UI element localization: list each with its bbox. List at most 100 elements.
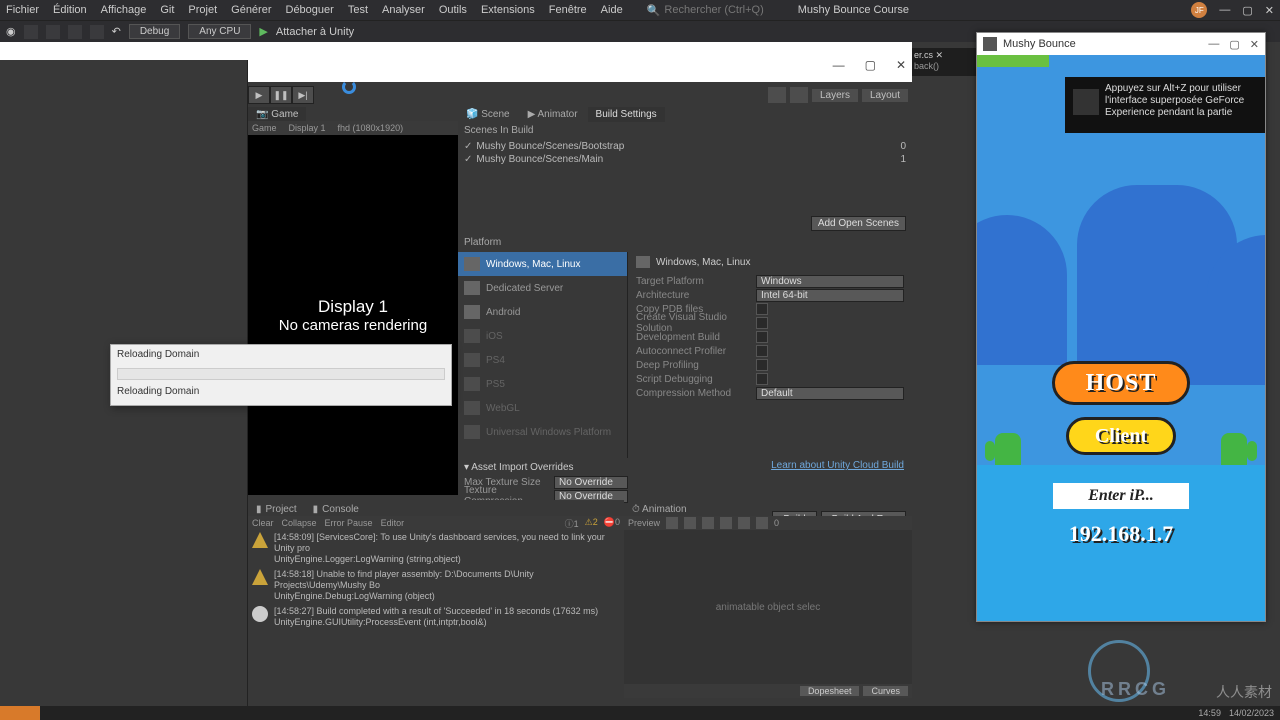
autoconnect-checkbox[interactable] — [756, 345, 768, 357]
menu-tools[interactable]: Outils — [439, 4, 467, 16]
first-frame-icon[interactable] — [684, 517, 696, 529]
menu-view[interactable]: Affichage — [101, 4, 147, 16]
window-close-icon[interactable]: ✕ — [1265, 4, 1274, 17]
menu-help[interactable]: Aide — [601, 4, 623, 16]
menu-project[interactable]: Projet — [188, 4, 217, 16]
menu-edit[interactable]: Édition — [53, 4, 87, 16]
create-vs-checkbox[interactable] — [756, 317, 768, 329]
menu-file[interactable]: Fichier — [6, 4, 39, 16]
last-frame-icon[interactable] — [756, 517, 768, 529]
doc-tab[interactable]: er.cs ✕ — [914, 50, 976, 61]
clear-button[interactable]: Clear — [252, 518, 274, 528]
collapse-button[interactable]: Collapse — [282, 518, 317, 528]
config-dropdown[interactable]: Debug — [129, 24, 180, 39]
build-settings-tab[interactable]: Build Settings — [588, 107, 665, 122]
info-count[interactable]: ⓘ1 — [565, 517, 579, 530]
animation-tab[interactable]: ⏱ Animation — [624, 502, 695, 517]
console-tab[interactable]: ▮ Console — [305, 502, 367, 517]
frame-field[interactable]: 0 — [774, 518, 779, 528]
cloud-icon[interactable] — [768, 87, 786, 103]
dopesheet-button[interactable]: Dopesheet — [800, 686, 860, 696]
platform-ps5[interactable]: PS5 — [458, 372, 627, 396]
editor-dropdown[interactable]: Editor — [381, 518, 405, 528]
cloud-build-link[interactable]: Learn about Unity Cloud Build — [771, 460, 904, 471]
target-platform-dropdown[interactable]: Windows — [756, 275, 904, 288]
modal-close-icon[interactable]: ✕ — [896, 58, 906, 72]
game-canvas: HOST Client Enter iP... 192.168.1.7 Appu… — [977, 55, 1265, 621]
console-entry[interactable]: [14:58:27] Build completed with a result… — [248, 604, 624, 630]
project-tab[interactable]: ▮ Project — [248, 502, 305, 517]
display-dropdown[interactable]: Display 1 — [289, 123, 326, 133]
menu-analyze[interactable]: Analyser — [382, 4, 425, 16]
platform-server[interactable]: Dedicated Server — [458, 276, 627, 300]
warn-count[interactable]: ⚠2 — [585, 517, 598, 530]
platform-dropdown[interactable]: Any CPU — [188, 24, 251, 39]
scene-row[interactable]: ✓Mushy Bounce/Scenes/Bootstrap0 — [464, 140, 906, 153]
back-icon[interactable]: ◉ — [6, 25, 16, 38]
system-tray[interactable]: 14:59 14/02/2023 — [1198, 708, 1280, 718]
curves-button[interactable]: Curves — [863, 686, 908, 696]
host-button[interactable]: HOST — [1052, 361, 1190, 405]
attach-unity-button[interactable]: Attacher à Unity — [276, 26, 354, 38]
modal-maximize-icon[interactable]: ▢ — [865, 58, 876, 72]
copy-pdb-checkbox[interactable] — [756, 303, 768, 315]
console-entry[interactable]: [14:58:09] [ServicesCore]: To use Unity'… — [248, 530, 624, 567]
window-minimize-icon[interactable]: — — [1219, 4, 1230, 16]
client-button[interactable]: Client — [1066, 417, 1176, 455]
dev-build-checkbox[interactable] — [756, 331, 768, 343]
menu-debug[interactable]: Déboguer — [286, 4, 334, 16]
menu-test[interactable]: Test — [348, 4, 368, 16]
prev-frame-icon[interactable] — [702, 517, 714, 529]
error-pause-button[interactable]: Error Pause — [325, 518, 373, 528]
layers-dropdown[interactable]: Layers — [812, 89, 858, 102]
open-icon[interactable] — [46, 25, 60, 39]
search-icon[interactable] — [790, 87, 808, 103]
scene-row[interactable]: ✓Mushy Bounce/Scenes/Main1 — [464, 153, 906, 166]
record-icon[interactable] — [666, 517, 678, 529]
platform-android[interactable]: Android — [458, 300, 627, 324]
preview-button[interactable]: Preview — [628, 518, 660, 528]
user-avatar[interactable]: JF — [1191, 2, 1207, 18]
resolution-dropdown[interactable]: fhd (1080x1920) — [338, 123, 404, 133]
menu-extensions[interactable]: Extensions — [481, 4, 535, 16]
error-count[interactable]: ⛔0 — [604, 517, 620, 530]
windows-taskbar[interactable]: 14:59 14/02/2023 — [0, 706, 1280, 720]
max-texture-dropdown[interactable]: No Override — [554, 476, 628, 489]
game-mode-dropdown[interactable]: Game — [252, 123, 277, 133]
game-window-titlebar[interactable]: Mushy Bounce — ▢ ✕ — [977, 33, 1265, 55]
platform-webgl[interactable]: WebGL — [458, 396, 627, 420]
compression-dropdown[interactable]: Default — [756, 387, 904, 400]
play-anim-icon[interactable] — [720, 517, 732, 529]
architecture-dropdown[interactable]: Intel 64-bit — [756, 289, 904, 302]
gw-maximize-icon[interactable]: ▢ — [1229, 38, 1239, 51]
script-debug-checkbox[interactable] — [756, 373, 768, 385]
platform-uwp[interactable]: Universal Windows Platform — [458, 420, 627, 444]
gw-close-icon[interactable]: ✕ — [1250, 38, 1259, 51]
save-icon[interactable] — [68, 25, 82, 39]
platform-ios[interactable]: iOS — [458, 324, 627, 348]
deep-profile-checkbox[interactable] — [756, 359, 768, 371]
platform-windows[interactable]: Windows, Mac, Linux — [458, 252, 627, 276]
animator-tab[interactable]: ▶ Animator — [520, 107, 586, 122]
scene-tab[interactable]: 🧊 Scene — [458, 107, 518, 122]
undo-icon[interactable]: ↶ — [112, 25, 121, 38]
layout-dropdown[interactable]: Layout — [862, 89, 908, 102]
menu-window[interactable]: Fenêtre — [549, 4, 587, 16]
new-icon[interactable] — [24, 25, 38, 39]
add-open-scenes-button[interactable]: Add Open Scenes — [811, 216, 906, 231]
next-frame-icon[interactable] — [738, 517, 750, 529]
app-icon — [983, 37, 997, 51]
ip-input[interactable]: Enter iP... — [1053, 483, 1189, 509]
saveall-icon[interactable] — [90, 25, 104, 39]
game-tab[interactable]: 📷 Game — [248, 107, 306, 122]
platform-ps4[interactable]: PS4 — [458, 348, 627, 372]
play-icon[interactable]: ▶ — [259, 25, 267, 38]
vs-search[interactable]: 🔍Rechercher (Ctrl+Q) — [647, 4, 764, 17]
menu-git[interactable]: Git — [160, 4, 174, 16]
window-maximize-icon[interactable]: ▢ — [1242, 4, 1252, 17]
modal-minimize-icon[interactable]: — — [833, 58, 845, 72]
android-icon — [464, 305, 480, 319]
console-entry[interactable]: [14:58:18] Unable to find player assembl… — [248, 567, 624, 604]
menu-build[interactable]: Générer — [231, 4, 271, 16]
gw-minimize-icon[interactable]: — — [1208, 38, 1219, 51]
